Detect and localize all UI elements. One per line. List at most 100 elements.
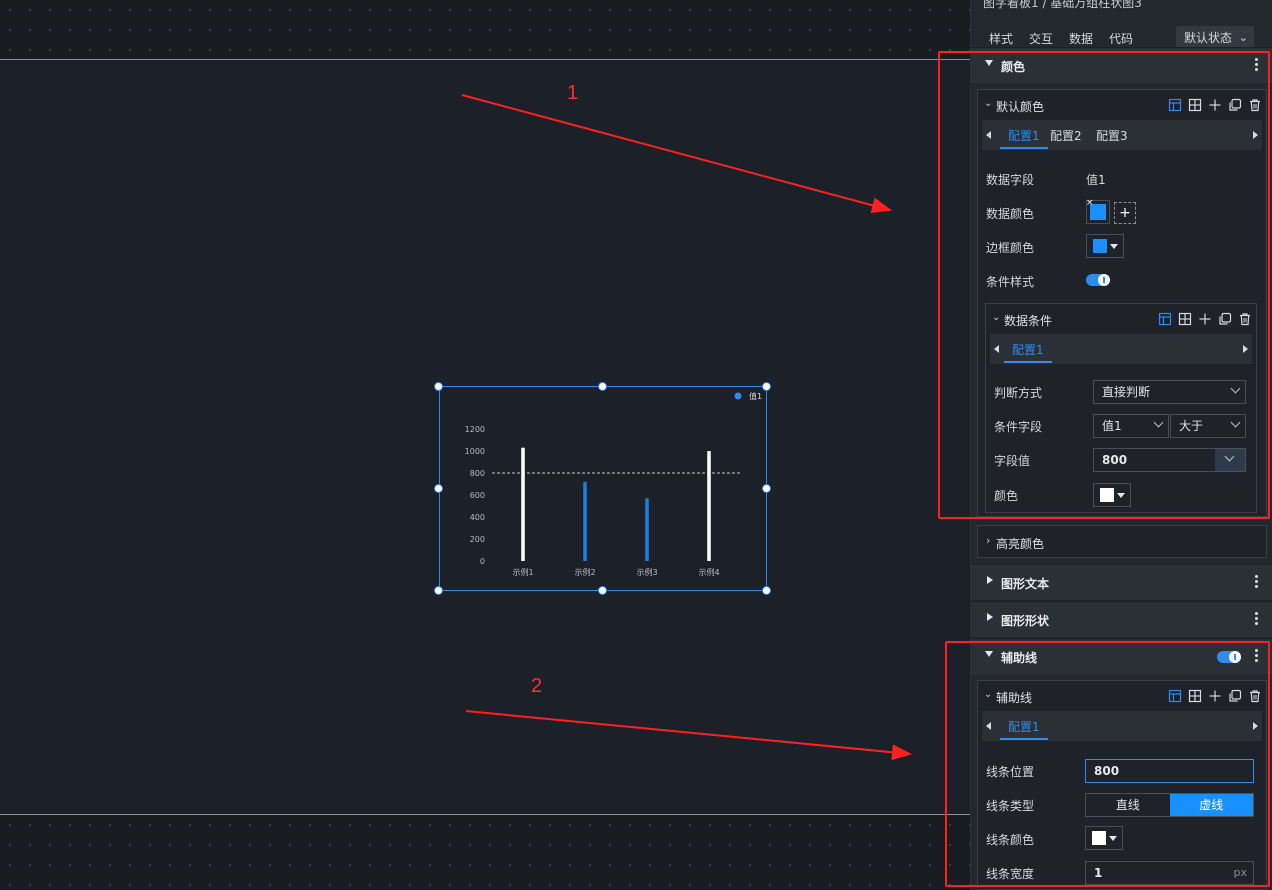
line-type-solid[interactable]: 直线 <box>1086 794 1170 816</box>
more-icon[interactable] <box>1255 612 1259 626</box>
resize-handle-l[interactable] <box>434 484 443 493</box>
remove-icon[interactable]: × <box>1086 198 1094 208</box>
toggle-knob <box>1098 274 1110 286</box>
caret-right-icon <box>987 613 993 621</box>
tab-style[interactable]: 样式 <box>986 30 1016 54</box>
tab-code[interactable]: 代码 <box>1109 30 1133 47</box>
layout-icon[interactable] <box>1158 312 1172 326</box>
app-root: 1 2 0 200 400 600 800 1000 1200 示例1 示例2 示例3 示例4 值1 … <box>0 0 1272 890</box>
caret-right-icon[interactable] <box>1253 722 1258 730</box>
chevron-down-icon <box>1230 383 1241 394</box>
data-field-value: 值1 <box>1086 173 1106 187</box>
default-color-config-tabs: 配置1 配置2 配置3 <box>982 120 1262 150</box>
section-color[interactable]: 颜色 <box>971 47 1272 83</box>
resize-handle-b[interactable] <box>598 586 607 595</box>
data-color-swatch[interactable]: × <box>1086 198 1110 224</box>
data-field-label: 数据字段 <box>986 173 1035 187</box>
highlight-color-card[interactable]: › 高亮颜色 <box>977 525 1267 558</box>
tab-config-1[interactable]: 配置1 <box>1000 718 1048 740</box>
line-type-dashed[interactable]: 虚线 <box>1169 794 1253 816</box>
caret-left-icon[interactable] <box>986 131 991 139</box>
tab-data[interactable]: 数据 <box>1069 30 1093 47</box>
resize-handle-tr[interactable] <box>762 382 771 391</box>
more-icon[interactable] <box>1255 575 1259 589</box>
bar-3 <box>645 498 649 561</box>
caret-down-icon <box>985 60 993 66</box>
y-tick-label: 1200 <box>465 425 485 434</box>
line-type-segmented: 直线 虚线 <box>1085 793 1254 817</box>
tab-config-2[interactable]: 配置2 <box>1050 127 1082 144</box>
resize-handle-tl[interactable] <box>434 382 443 391</box>
color-chip <box>1093 239 1107 253</box>
tab-config-3[interactable]: 配置3 <box>1096 127 1128 144</box>
add-icon[interactable] <box>1208 98 1222 112</box>
tab-interaction[interactable]: 交互 <box>1029 30 1053 47</box>
more-icon[interactable] <box>1255 649 1259 663</box>
y-tick-label: 800 <box>470 469 485 478</box>
default-color-header[interactable]: ⌄ 默认颜色 <box>978 90 1266 120</box>
caret-left-icon[interactable] <box>986 722 991 730</box>
layout-icon[interactable] <box>1168 689 1182 703</box>
copy-icon[interactable] <box>1228 689 1242 703</box>
chart-widget[interactable]: 0 200 400 600 800 1000 1200 示例1 示例2 示例3 示例4 值1 <box>439 386 767 591</box>
caret-right-icon[interactable] <box>1243 345 1248 353</box>
y-tick-label: 0 <box>480 557 485 566</box>
line-width-input[interactable]: 1 px <box>1085 861 1254 885</box>
caret-left-icon[interactable] <box>994 345 999 353</box>
more-icon[interactable] <box>1255 58 1259 72</box>
cond-field-select[interactable]: 值1 <box>1093 414 1169 438</box>
default-color-card: ⌄ 默认颜色 配置1 配置2 配置3 数据字段 值1 数据颜色 × + 边框颜色… <box>977 89 1267 517</box>
copy-icon[interactable] <box>1228 98 1242 112</box>
default-color-title: 默认颜色 <box>996 100 1045 114</box>
grid-icon[interactable] <box>1188 98 1202 112</box>
cond-color-picker[interactable] <box>1093 483 1131 507</box>
highlight-color-title: 高亮颜色 <box>996 537 1045 551</box>
section-shape-text-title: 图形文本 <box>1001 577 1050 591</box>
guide-config-tabs: 配置1 <box>982 711 1262 741</box>
chevron-down-icon <box>1224 451 1235 462</box>
line-pos-value: 800 <box>1094 764 1120 778</box>
grid-icon[interactable] <box>1188 689 1202 703</box>
data-condition-header[interactable]: ⌄ 数据条件 <box>986 304 1256 334</box>
guide-line-header[interactable]: ⌄ 辅助线 <box>978 681 1266 711</box>
card-toolbar <box>1168 98 1262 112</box>
trash-icon[interactable] <box>1238 312 1252 326</box>
grid-icon[interactable] <box>1178 312 1192 326</box>
x-tick-label: 示例1 <box>512 567 533 577</box>
trash-icon[interactable] <box>1248 98 1262 112</box>
cond-op-select[interactable]: 大于 <box>1170 414 1246 438</box>
field-value-label: 字段值 <box>994 454 1031 468</box>
dropdown-toggle[interactable] <box>1215 449 1245 471</box>
tab-config-1[interactable]: 配置1 <box>1004 341 1052 363</box>
field-value-input[interactable]: 800 <box>1093 448 1246 472</box>
section-shape-form[interactable]: 图形形状 <box>971 601 1272 637</box>
section-guide-line[interactable]: 辅助线 <box>971 638 1272 674</box>
card-toolbar <box>1158 312 1252 326</box>
guide-line-toggle[interactable] <box>1217 651 1241 663</box>
caret-right-icon[interactable] <box>1253 131 1258 139</box>
bar-4 <box>707 451 711 561</box>
chevron-down-icon <box>1230 417 1241 428</box>
trash-icon[interactable] <box>1248 689 1262 703</box>
section-shape-text[interactable]: 图形文本 <box>971 564 1272 600</box>
resize-handle-t[interactable] <box>598 382 607 391</box>
data-condition-card: ⌄ 数据条件 配置1 判断方式 直接判断 条件字段 值1 大于 字段值 800 … <box>985 303 1257 513</box>
judge-select[interactable]: 直接判断 <box>1093 380 1246 404</box>
resize-handle-bl[interactable] <box>434 586 443 595</box>
guide-line-card: ⌄ 辅助线 配置1 线条位置 800 线条类型 直线 虚线 线条颜色 线条宽度 … <box>977 680 1267 890</box>
border-color-picker[interactable] <box>1086 234 1124 258</box>
resize-handle-r[interactable] <box>762 484 771 493</box>
tab-config-1[interactable]: 配置1 <box>1000 127 1048 149</box>
cond-style-toggle[interactable] <box>1086 274 1110 286</box>
chevron-down-icon: ⌄ <box>984 689 993 700</box>
add-icon[interactable] <box>1198 312 1212 326</box>
style-panel: 图字看板1 / 基础万组柱状图3 样式 交互 数据 代码 默认状态 ⌄ 颜色 ⌄… <box>970 0 1272 890</box>
line-color-picker[interactable] <box>1085 826 1123 850</box>
layout-icon[interactable] <box>1168 98 1182 112</box>
editor-canvas[interactable]: 1 2 0 200 400 600 800 1000 1200 示例1 示例2 示例3 示例4 值1 <box>0 0 970 890</box>
add-color-button[interactable]: + <box>1114 202 1136 224</box>
copy-icon[interactable] <box>1218 312 1232 326</box>
add-icon[interactable] <box>1208 689 1222 703</box>
resize-handle-br[interactable] <box>762 586 771 595</box>
line-pos-input[interactable]: 800 <box>1085 759 1254 783</box>
